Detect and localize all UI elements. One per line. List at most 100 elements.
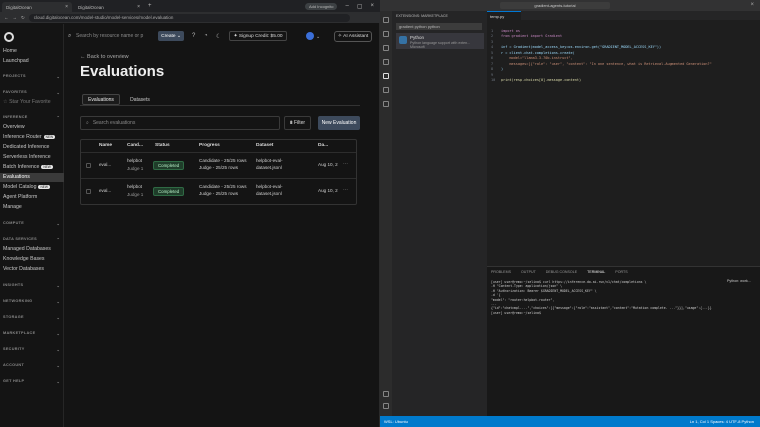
code-area[interactable]: 1 import os 2 from gradient import Gradient… xyxy=(491,23,712,95)
sidebar-section-insights[interactable]: INSIGHTS ⌄ xyxy=(3,283,60,288)
new-tab-button[interactable]: + xyxy=(148,3,152,9)
sidebar-item-serverless-inference[interactable]: Serverless Inference xyxy=(3,154,51,160)
sidebar-item-star-favorite[interactable]: ☆ Star Your Favorite xyxy=(3,99,51,105)
sidebar-item-launchpad[interactable]: Launchpad xyxy=(3,58,29,64)
sidebar-section-compute[interactable]: COMPUTE ⌄ xyxy=(3,221,60,226)
tab-debug-console[interactable]: DEBUG CONSOLE xyxy=(546,270,577,274)
incognito-badge[interactable]: Add Incognito xyxy=(305,2,338,10)
tab-output[interactable]: OUTPUT xyxy=(521,270,536,274)
extension-item-python[interactable]: Python Python language support with exte… xyxy=(396,33,484,49)
table-row[interactable]: eval... helpbot Judge 1 Completed Candid… xyxy=(81,152,356,178)
column-header-name[interactable]: Name xyxy=(99,143,112,148)
avatar[interactable] xyxy=(306,32,314,40)
tab-datasets[interactable]: Datasets xyxy=(122,94,158,105)
back-icon[interactable]: ← xyxy=(4,15,9,20)
table-row[interactable]: eval... helpbot Judge 1 Completed Candid… xyxy=(81,178,356,204)
terminal-instance[interactable]: Python: work... xyxy=(727,279,751,283)
row-checkbox[interactable] xyxy=(86,163,91,168)
minimize-icon[interactable]: – xyxy=(345,3,348,9)
close-window-icon[interactable]: × xyxy=(370,3,374,9)
row-checkbox[interactable] xyxy=(86,189,91,194)
eval-name[interactable]: eval... xyxy=(99,162,111,169)
browser-tab-1[interactable]: DigitalOcean × xyxy=(2,2,72,12)
reload-icon[interactable]: ↻ xyxy=(21,15,25,21)
sidebar-item-inference-router[interactable]: Inference Router NEW xyxy=(3,134,56,140)
eval-name[interactable]: eval... xyxy=(99,188,111,195)
column-header-status[interactable]: Status xyxy=(155,143,170,148)
tab-ports[interactable]: PORTS xyxy=(615,270,627,274)
sidebar-item-vector-databases[interactable]: Vector Databases xyxy=(3,266,44,272)
evaluations-search-input[interactable]: ⌕ Search evaluations xyxy=(80,116,280,130)
chevron-down-icon[interactable]: ⌄ xyxy=(316,34,320,40)
tab-problems[interactable]: PROBLEMS xyxy=(491,270,511,274)
help-icon[interactable]: ? xyxy=(192,33,195,39)
arrow-left-icon: ← xyxy=(80,54,88,60)
sidebar-section-storage[interactable]: STORAGE ⌄ xyxy=(3,315,60,320)
column-header-date[interactable]: Da... xyxy=(318,143,328,148)
remote-explorer-icon[interactable] xyxy=(383,87,389,93)
close-window-icon[interactable]: × xyxy=(750,2,754,8)
dataset-name-line1: helpbot-eval- xyxy=(256,184,283,189)
column-header-dataset[interactable]: Dataset xyxy=(256,143,273,148)
extensions-icon[interactable] xyxy=(383,73,389,79)
theme-toggle-icon[interactable]: ☾ xyxy=(216,33,221,40)
filter-button[interactable]: ⩩ Filter xyxy=(284,116,311,130)
activity-bar xyxy=(380,11,392,416)
gear-icon[interactable] xyxy=(383,403,389,409)
ai-assistant-button[interactable]: ✧ AI Assistant xyxy=(334,31,372,42)
account-icon[interactable] xyxy=(383,391,389,397)
sidebar-item-manage[interactable]: Manage xyxy=(3,204,22,210)
forward-icon[interactable]: → xyxy=(13,15,18,20)
sidebar-section-projects[interactable]: PROJECTS ⌄ xyxy=(3,74,60,79)
close-icon[interactable]: × xyxy=(137,4,140,10)
tab-terminal[interactable]: TERMINAL xyxy=(587,270,605,274)
sidebar-item-knowledge-bases[interactable]: Knowledge Bases xyxy=(3,256,45,262)
command-center[interactable]: gradient-agents-tutorial xyxy=(500,2,610,9)
back-link[interactable]: ← Back to overview xyxy=(80,54,129,60)
address-field[interactable]: cloud.digitalocean.com/model-studio/mode… xyxy=(28,13,350,22)
browser-tab-2[interactable]: DigitalOcean × xyxy=(74,2,144,12)
column-header-progress[interactable]: Progress xyxy=(199,143,220,148)
signup-credit-button[interactable]: ✦ Signup Credit: $5.00 xyxy=(229,31,287,41)
testing-icon[interactable] xyxy=(383,101,389,107)
sidebar-section-get-help[interactable]: GET HELP ⌄ xyxy=(3,379,60,384)
global-search-input[interactable]: Search by resource name or p xyxy=(76,33,143,39)
sidebar-item-managed-databases[interactable]: Managed Databases xyxy=(3,246,51,252)
explorer-icon[interactable] xyxy=(383,17,389,23)
extension-search-input[interactable]: gradient python python xyxy=(396,23,482,30)
status-right[interactable]: Ln 1, Col 1 Spaces: 4 UTF-8 Python xyxy=(690,419,760,424)
more-options-icon[interactable]: ⋯ xyxy=(343,161,348,167)
sidebar-section-security[interactable]: SECURITY ⌄ xyxy=(3,347,60,352)
terminal-output[interactable]: [user] user@remo:~/selina$ curl https://… xyxy=(491,280,721,315)
extension-publisher: Microsoft xyxy=(410,45,425,49)
judge-name: Judge 1 xyxy=(127,166,144,171)
create-button[interactable]: Create ⌄ xyxy=(158,31,184,41)
close-icon[interactable]: × xyxy=(65,4,68,10)
new-evaluation-button[interactable]: New Evaluation xyxy=(318,116,360,130)
digitalocean-logo-icon[interactable] xyxy=(4,32,14,42)
sidebar-section-inference[interactable]: INFERENCE ⌃ xyxy=(3,115,60,120)
sidebar-item-dedicated-inference[interactable]: Dedicated Inference xyxy=(3,144,49,150)
sidebar-item-model-catalog[interactable]: Model Catalog NEW xyxy=(3,184,50,190)
more-options-icon[interactable]: ⋯ xyxy=(343,187,348,193)
section-label: PROJECTS xyxy=(3,74,26,78)
maximize-icon[interactable]: ▢ xyxy=(357,3,363,10)
editor-tab[interactable]: temp.py xyxy=(487,11,521,20)
sidebar-section-data-services[interactable]: DATA SERVICES ⌃ xyxy=(3,237,60,242)
sidebar-item-batch-inference[interactable]: Batch Inference NEW xyxy=(3,164,53,170)
sidebar-section-account[interactable]: ACCOUNT ⌄ xyxy=(3,363,60,368)
search-icon[interactable] xyxy=(383,31,389,37)
sidebar-item-overview[interactable]: Overview xyxy=(3,124,25,130)
column-header-candidate[interactable]: Cand... xyxy=(127,143,143,148)
sidebar-section-marketplace[interactable]: MARKETPLACE ⌄ xyxy=(3,331,60,336)
run-debug-icon[interactable] xyxy=(383,59,389,65)
sidebar-item-evaluations[interactable]: Evaluations xyxy=(3,174,30,180)
sidebar-section-networking[interactable]: NETWORKING ⌄ xyxy=(3,299,60,304)
tab-evaluations[interactable]: Evaluations xyxy=(82,94,120,105)
remote-indicator[interactable]: WSL: Ubuntu xyxy=(384,419,408,424)
notifications-icon[interactable]: ◔ xyxy=(204,33,208,39)
sidebar-section-favorites[interactable]: FAVORITES ⌄ xyxy=(3,90,60,95)
sidebar-item-agent-platform[interactable]: Agent Platform xyxy=(3,194,37,200)
source-control-icon[interactable] xyxy=(383,45,389,51)
sidebar-item-home[interactable]: Home xyxy=(3,48,17,54)
